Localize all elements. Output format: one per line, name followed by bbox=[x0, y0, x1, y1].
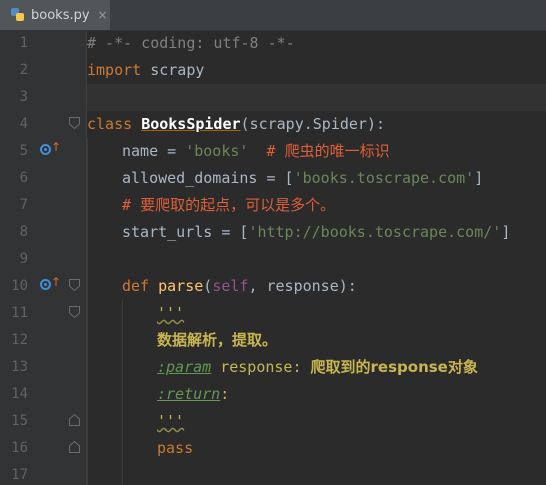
line-number: 12 bbox=[11, 332, 28, 348]
code-line-13: :param response: 爬取到的response对象 bbox=[157, 354, 478, 381]
class-name: BooksSpider bbox=[141, 115, 241, 133]
line-number: 15 bbox=[11, 413, 28, 429]
code-text: ( bbox=[203, 277, 213, 295]
line-number: 3 bbox=[19, 89, 28, 105]
line-number: 5 bbox=[19, 143, 28, 159]
overrides-marker[interactable]: ↑ bbox=[40, 276, 61, 293]
docstring: 爬取到的response对象 bbox=[310, 358, 478, 376]
code-line-11: ''' bbox=[157, 300, 184, 327]
fold-open-icon[interactable] bbox=[69, 306, 80, 318]
python-file-icon bbox=[10, 7, 26, 23]
tab-books-py[interactable]: books.py × bbox=[0, 0, 110, 30]
override-icon bbox=[40, 279, 51, 290]
code-text: , response): bbox=[248, 277, 357, 295]
comment-text: 爬虫的唯一标识 bbox=[284, 142, 390, 160]
comment: # -*- coding: utf-8 -*- bbox=[87, 34, 295, 52]
line-number: 9 bbox=[19, 251, 28, 267]
indent-guide bbox=[87, 138, 88, 485]
fold-open-icon[interactable] bbox=[69, 117, 80, 129]
close-icon[interactable]: × bbox=[98, 8, 108, 22]
code-line-2: import scrapy bbox=[87, 57, 204, 84]
current-line-highlight bbox=[87, 84, 546, 111]
fold-close-icon[interactable] bbox=[69, 414, 80, 426]
string: 'http://books.toscrape.com/' bbox=[248, 223, 502, 241]
line-number: 4 bbox=[19, 116, 28, 132]
code-text: allowed_domains = [ bbox=[122, 169, 294, 187]
docstring: : bbox=[220, 385, 230, 403]
tab-label: books.py bbox=[31, 7, 90, 23]
line-number: 13 bbox=[11, 359, 28, 375]
line-number: 7 bbox=[19, 197, 28, 213]
line-number: 17 bbox=[11, 467, 28, 483]
comment-text: 要爬取的起点，可以是多个。 bbox=[140, 196, 336, 214]
docstring: ''' bbox=[157, 304, 185, 322]
editor-window: books.py × 1 2 3 4 5 6 7 8 9 10 11 12 13… bbox=[0, 0, 546, 485]
indent-guide bbox=[122, 300, 123, 485]
doc-tag: :return bbox=[157, 385, 221, 403]
comment: # bbox=[248, 142, 285, 160]
code-line-5: name = 'books' # 爬虫的唯一标识 bbox=[122, 138, 390, 165]
gutter: 1 2 3 4 5 6 7 8 9 10 11 12 13 14 15 16 1… bbox=[0, 30, 87, 485]
code-line-16: pass bbox=[157, 435, 193, 462]
code-line-14: :return: bbox=[157, 381, 229, 408]
arrow-up-icon: ↑ bbox=[51, 275, 62, 289]
line-number: 6 bbox=[19, 170, 28, 186]
code-text: scrapy bbox=[141, 61, 205, 79]
docstring: response: bbox=[211, 358, 311, 376]
code-text: (scrapy.Spider): bbox=[240, 115, 386, 133]
docstring: 数据解析，提取。 bbox=[157, 331, 278, 349]
self-param: self bbox=[212, 277, 249, 295]
keyword: pass bbox=[157, 439, 194, 457]
keyword: import bbox=[87, 61, 142, 79]
doc-tag: :param bbox=[157, 358, 212, 376]
code-line-4: class BooksSpider(scrapy.Spider): bbox=[87, 111, 385, 138]
docstring: ''' bbox=[157, 412, 185, 430]
code-text: ] bbox=[474, 169, 484, 187]
code-line-8: start_urls = ['http://books.toscrape.com… bbox=[122, 219, 510, 246]
keyword: def bbox=[122, 277, 150, 295]
string: 'books' bbox=[185, 142, 249, 160]
fold-close-icon[interactable] bbox=[69, 441, 80, 453]
code-text: name = bbox=[122, 142, 186, 160]
code-text: start_urls = [ bbox=[122, 223, 249, 241]
code-line-6: allowed_domains = ['books.toscrape.com'] bbox=[122, 165, 483, 192]
code-text: ] bbox=[501, 223, 511, 241]
code-line-1: # -*- coding: utf-8 -*- bbox=[87, 30, 295, 57]
line-number: 16 bbox=[11, 440, 28, 456]
line-number: 10 bbox=[11, 278, 28, 294]
line-number: 2 bbox=[19, 62, 28, 78]
arrow-up-icon: ↑ bbox=[51, 140, 62, 154]
code-line-15: ''' bbox=[157, 408, 184, 435]
function-name: parse bbox=[158, 277, 204, 295]
override-icon bbox=[40, 144, 51, 155]
line-number: 1 bbox=[19, 35, 28, 51]
code-line-12: 数据解析，提取。 bbox=[157, 327, 277, 354]
overrides-marker[interactable]: ↑ bbox=[40, 141, 61, 158]
line-number: 14 bbox=[11, 386, 28, 402]
keyword: class bbox=[87, 115, 133, 133]
string: 'books.toscrape.com' bbox=[293, 169, 475, 187]
line-number: 8 bbox=[19, 224, 28, 240]
fold-open-icon[interactable] bbox=[69, 279, 80, 291]
code-editor[interactable]: # -*- coding: utf-8 -*- import scrapy cl… bbox=[87, 30, 546, 485]
code-line-10: def parse(self, response): bbox=[122, 273, 357, 300]
tab-bar: books.py × bbox=[0, 0, 546, 31]
comment: # bbox=[122, 196, 141, 214]
code-line-7: # 要爬取的起点，可以是多个。 bbox=[122, 192, 335, 219]
line-number: 11 bbox=[11, 305, 28, 321]
